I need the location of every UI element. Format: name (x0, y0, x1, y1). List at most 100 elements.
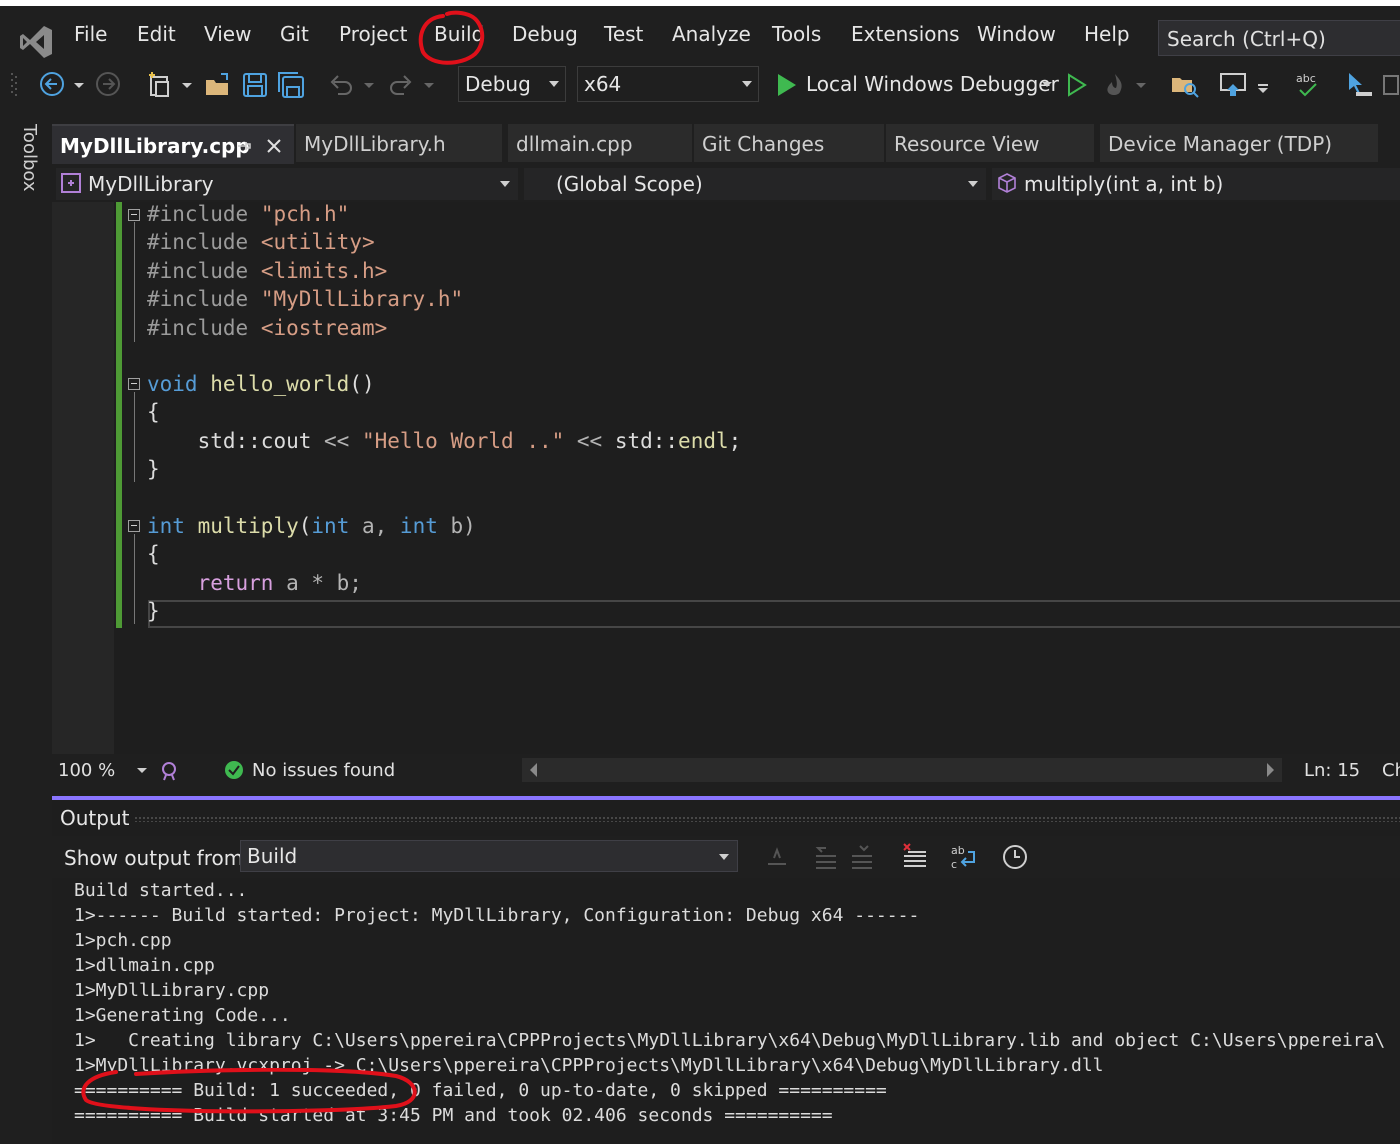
menu-window[interactable]: Window (977, 22, 1056, 46)
collapse-icon[interactable] (128, 520, 140, 532)
configuration-value: Debug (465, 72, 531, 96)
menu-project[interactable]: Project (339, 22, 407, 46)
collapse-icon[interactable] (128, 209, 140, 221)
menu-analyze[interactable]: Analyze (672, 22, 751, 46)
undo-dropdown-icon[interactable] (362, 70, 376, 100)
output-source-select[interactable]: Build (240, 840, 738, 872)
code-line-8: { (147, 400, 160, 424)
code-line-12: int multiply(int a, int b) (147, 514, 476, 538)
platform-value: x64 (584, 72, 622, 96)
zoom-level[interactable]: 100 % (58, 760, 115, 781)
column-indicator: Ch (1382, 760, 1400, 781)
debugger-dropdown-icon[interactable] (1040, 70, 1054, 100)
menu-view[interactable]: View (204, 22, 251, 46)
output-line: 1>pch.cpp (74, 930, 172, 951)
back-dropdown-icon[interactable] (72, 70, 86, 100)
new-project-icon[interactable] (146, 70, 176, 100)
scope-select[interactable]: (Global Scope) (524, 168, 986, 200)
code-line-5: #include <iostream> (147, 316, 388, 340)
code-line-10: } (147, 457, 160, 481)
navigate-forward-icon[interactable] (94, 70, 124, 100)
chevron-down-icon (719, 854, 729, 860)
toolbox-tab[interactable]: Toolbox (14, 124, 40, 204)
hot-reload-dropdown-icon[interactable] (1134, 70, 1148, 100)
tab-resource-view[interactable]: Resource View (886, 124, 1094, 162)
close-icon[interactable] (266, 138, 282, 154)
save-icon[interactable] (240, 70, 270, 100)
overflow-dropdown-icon[interactable] (1256, 70, 1270, 100)
menu-edit[interactable]: Edit (137, 22, 176, 46)
toolbox-side-strip (0, 110, 52, 1144)
intellicode-icon[interactable] (158, 760, 180, 782)
output-toolbar: Show output from: Build ab c (52, 836, 1400, 878)
member-select[interactable]: multiply(int a, int b) (992, 168, 1400, 200)
solution-platform-select[interactable]: x64 (577, 66, 759, 102)
start-debugger-button[interactable]: Local Windows Debugger (806, 72, 1059, 96)
scroll-right-icon[interactable] (1258, 758, 1282, 782)
fold-guide (134, 534, 135, 624)
redo-dropdown-icon[interactable] (422, 70, 436, 100)
solution-configuration-select[interactable]: Debug (458, 66, 566, 102)
save-all-icon[interactable] (276, 70, 306, 100)
pin-icon[interactable] (236, 138, 252, 154)
collapse-icon[interactable] (128, 378, 140, 390)
spell-check-icon[interactable]: abc (1292, 70, 1322, 100)
tab-label: MyDllLibrary.h (304, 132, 446, 156)
start-without-debugging-icon[interactable] (1062, 70, 1092, 100)
tab-device-manager[interactable]: Device Manager (TDP) (1100, 124, 1378, 162)
issues-status[interactable]: No issues found (252, 760, 395, 781)
zoom-dropdown-icon[interactable] (136, 766, 148, 776)
timestamp-clock-icon[interactable] (1000, 842, 1030, 872)
menu-test[interactable]: Test (604, 22, 643, 46)
solution-explorer-icon[interactable] (1170, 70, 1200, 100)
show-output-from-label: Show output from: (64, 846, 250, 870)
project-value: MyDllLibrary (88, 172, 214, 196)
project-select[interactable]: MyDllLibrary (56, 168, 518, 200)
line-indicator: Ln: 15 (1304, 760, 1361, 781)
output-source-value: Build (247, 844, 298, 868)
editor-navigation-bar: MyDllLibrary (Global Scope) multiply(int… (52, 166, 1400, 202)
tab-dllmain-cpp[interactable]: dllmain.cpp (508, 124, 692, 162)
previous-message-icon[interactable] (812, 842, 842, 872)
menu-git[interactable]: Git (280, 22, 309, 46)
menu-debug[interactable]: Debug (512, 22, 578, 46)
search-input[interactable]: Search (Ctrl+Q) (1158, 20, 1400, 56)
tab-mydlllibrary-cpp[interactable]: MyDllLibrary.cpp (52, 124, 294, 164)
code-line-1: #include "pch.h" (147, 202, 350, 226)
panel-drag-grip[interactable] (134, 816, 1400, 822)
web-deploy-icon[interactable] (1218, 70, 1248, 100)
tab-mydlllibrary-h[interactable]: MyDllLibrary.h (296, 124, 502, 162)
chevron-down-icon (500, 181, 510, 187)
tab-label: Resource View (894, 132, 1040, 156)
toolbar-grip-icon[interactable] (10, 70, 18, 100)
clear-all-icon[interactable] (900, 842, 930, 872)
redo-icon[interactable] (386, 70, 416, 100)
output-line: Build started... (74, 880, 248, 901)
menu-file[interactable]: File (74, 22, 107, 46)
next-message-icon[interactable] (848, 842, 878, 872)
horizontal-scrollbar[interactable] (522, 758, 1282, 782)
code-editor[interactable]: #include "pch.h" #include <utility> #inc… (52, 202, 1400, 754)
tab-git-changes[interactable]: Git Changes (694, 124, 884, 162)
visual-studio-logo-icon[interactable] (18, 24, 54, 60)
code-line-9: std::cout << "Hello World .." << std::en… (197, 429, 742, 453)
hot-reload-icon[interactable] (1100, 70, 1130, 100)
new-dropdown-icon[interactable] (180, 70, 194, 100)
scroll-left-icon[interactable] (522, 758, 546, 782)
open-file-icon[interactable] (203, 70, 233, 100)
undo-icon[interactable] (326, 70, 356, 100)
standard-toolbar: Debug x64 Local Windows Debugger abc (0, 62, 1400, 110)
annotation-circle-success (81, 1068, 417, 1114)
menu-extensions[interactable]: Extensions (851, 22, 960, 46)
menu-help[interactable]: Help (1084, 22, 1130, 46)
menu-tools[interactable]: Tools (772, 22, 821, 46)
svg-text:ab: ab (951, 844, 965, 857)
find-message-in-code-icon[interactable] (762, 842, 792, 872)
code-line-4: #include "MyDllLibrary.h" (147, 287, 464, 311)
toggle-word-wrap-icon[interactable]: abc (948, 842, 978, 872)
start-debugging-icon[interactable] (772, 70, 802, 100)
more-tools-icon[interactable] (1380, 70, 1400, 100)
svg-text:c: c (951, 858, 957, 871)
navigate-back-icon[interactable] (38, 70, 68, 100)
select-tool-icon[interactable] (1344, 70, 1374, 100)
